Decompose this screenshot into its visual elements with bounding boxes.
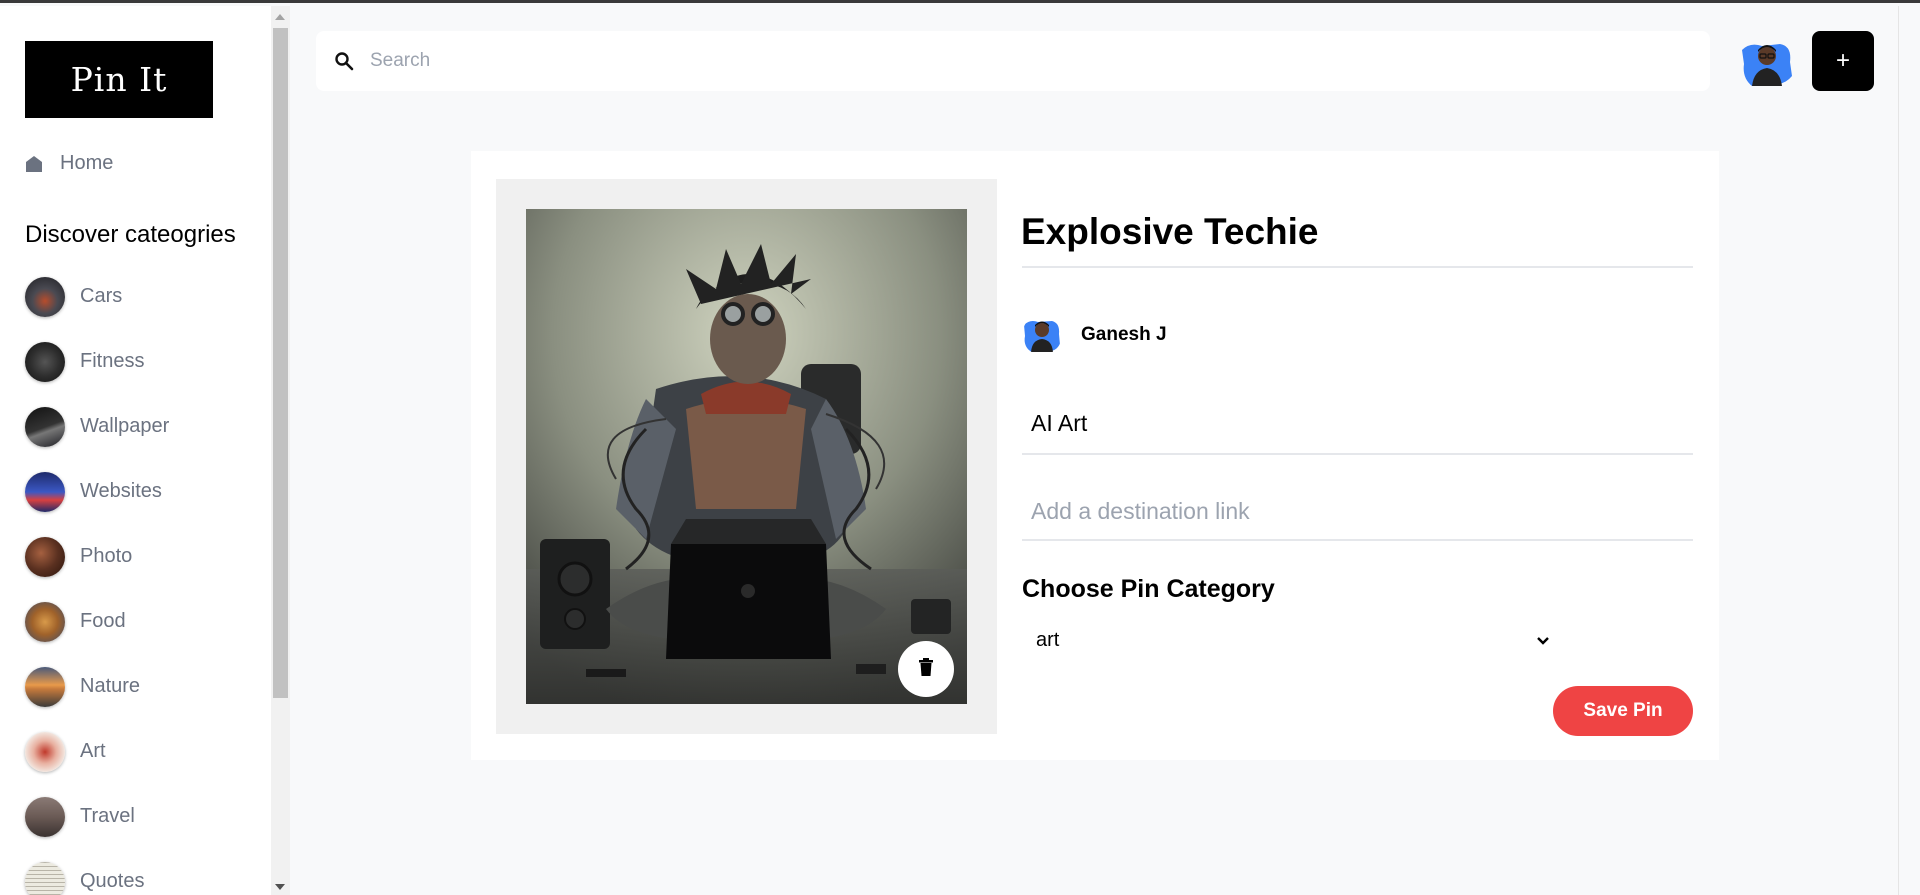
scroll-up-arrow-icon[interactable]: [275, 14, 285, 20]
pin-image: [526, 209, 967, 704]
sidebar-item-cars[interactable]: Cars: [25, 276, 169, 317]
category-thumbnail: [25, 601, 65, 642]
choose-category-heading: Choose Pin Category: [1022, 575, 1275, 603]
sidebar-item-label: Nature: [80, 675, 141, 697]
sidebar: Pin It Home Discover cateogries Cars Fit…: [0, 6, 271, 895]
sidebar-item-fitness[interactable]: Fitness: [25, 341, 169, 382]
scroll-down-arrow-icon[interactable]: [275, 884, 285, 890]
sidebar-scrollbar[interactable]: [271, 6, 290, 895]
image-panel: [496, 179, 997, 734]
chevron-down-icon: [1536, 629, 1550, 652]
sidebar-item-label: Fitness: [80, 350, 145, 372]
app-logo[interactable]: Pin It: [25, 41, 213, 118]
home-icon: [25, 155, 43, 173]
category-thumbnail: [25, 796, 65, 837]
sidebar-item-label: Quotes: [80, 870, 145, 892]
category-list: Cars Fitness Wallpaper Websites Photo Fo…: [25, 276, 169, 895]
about-input[interactable]: AI Art: [1031, 410, 1087, 437]
category-select[interactable]: art: [1022, 623, 1562, 658]
category-selected-value: art: [1036, 629, 1060, 651]
sidebar-item-label: Photo: [80, 545, 133, 567]
title-underline: [1022, 266, 1693, 268]
destination-link-input[interactable]: Add a destination link: [1031, 498, 1250, 525]
page-scrollbar-track[interactable]: [1898, 6, 1920, 895]
sidebar-item-wallpaper[interactable]: Wallpaper: [25, 406, 169, 447]
search-icon: [334, 51, 354, 71]
sidebar-item-label: Wallpaper: [80, 415, 170, 437]
sidebar-item-food[interactable]: Food: [25, 601, 169, 642]
sidebar-item-label: Cars: [80, 285, 123, 307]
sidebar-item-label: Websites: [80, 480, 162, 502]
delete-image-button[interactable]: [898, 641, 954, 697]
trash-icon: [918, 657, 934, 681]
sidebar-item-quotes[interactable]: Quotes: [25, 861, 169, 895]
add-pin-button[interactable]: +: [1812, 31, 1874, 91]
category-thumbnail: [25, 471, 65, 512]
sidebar-item-nature[interactable]: Nature: [25, 666, 169, 707]
category-thumbnail: [25, 536, 65, 577]
author-info[interactable]: Ganesh J: [1022, 315, 1167, 355]
sidebar-item-websites[interactable]: Websites: [25, 471, 169, 512]
user-avatar[interactable]: [1740, 36, 1794, 90]
sidebar-item-travel[interactable]: Travel: [25, 796, 169, 837]
category-thumbnail: [25, 861, 65, 895]
scrollbar-thumb[interactable]: [273, 28, 288, 698]
category-thumbnail: [25, 731, 65, 772]
sidebar-item-label: Food: [80, 610, 126, 632]
sidebar-item-photo[interactable]: Photo: [25, 536, 169, 577]
plus-icon: +: [1835, 47, 1850, 74]
save-pin-button[interactable]: Save Pin: [1553, 686, 1693, 736]
search-bar[interactable]: [316, 31, 1710, 91]
about-underline: [1022, 453, 1693, 455]
discover-categories-heading: Discover cateogries: [25, 221, 236, 248]
sidebar-item-label: Art: [80, 740, 106, 762]
logo-text: Pin It: [70, 60, 168, 99]
author-avatar: [1022, 315, 1062, 355]
pin-title-input[interactable]: Explosive Techie: [1021, 211, 1319, 253]
sidebar-item-label: Home: [60, 152, 114, 174]
sidebar-item-label: Travel: [80, 805, 135, 827]
category-thumbnail: [25, 341, 65, 382]
search-input[interactable]: [370, 50, 1670, 72]
sidebar-item-home[interactable]: Home: [25, 152, 113, 175]
destination-underline: [1022, 539, 1693, 541]
category-thumbnail: [25, 666, 65, 707]
category-thumbnail: [25, 276, 65, 317]
category-thumbnail: [25, 406, 65, 447]
author-name: Ganesh J: [1081, 324, 1167, 345]
sidebar-item-art[interactable]: Art: [25, 731, 169, 772]
